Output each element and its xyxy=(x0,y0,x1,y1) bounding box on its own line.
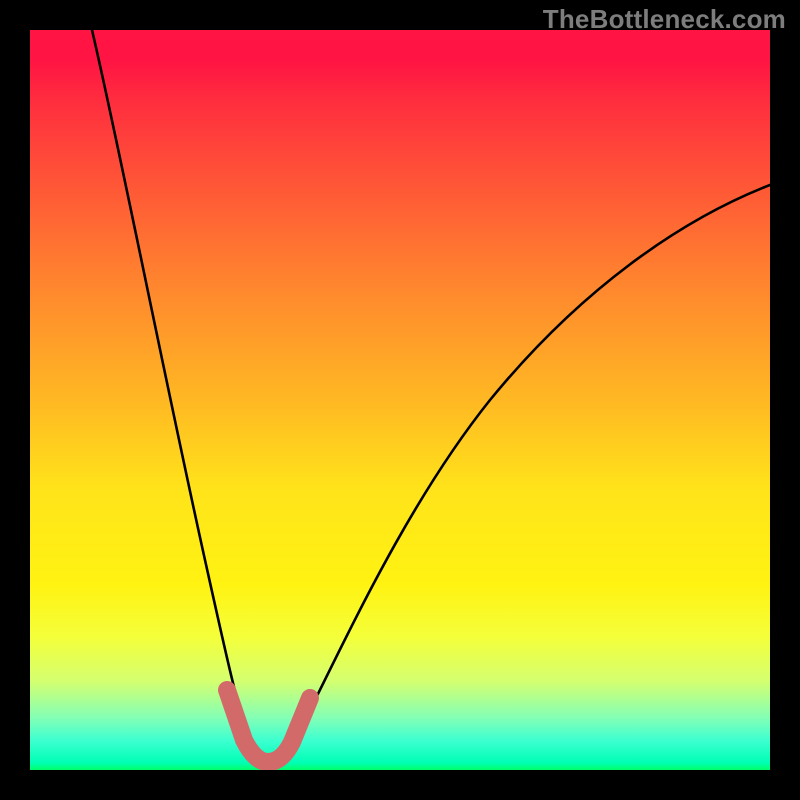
curve-layer xyxy=(30,30,770,770)
curve-right xyxy=(265,185,770,768)
plot-area xyxy=(30,30,770,770)
optimal-marker xyxy=(227,690,310,762)
watermark-text: TheBottleneck.com xyxy=(543,4,786,35)
chart-frame: TheBottleneck.com xyxy=(0,0,800,800)
curve-left xyxy=(92,30,265,768)
